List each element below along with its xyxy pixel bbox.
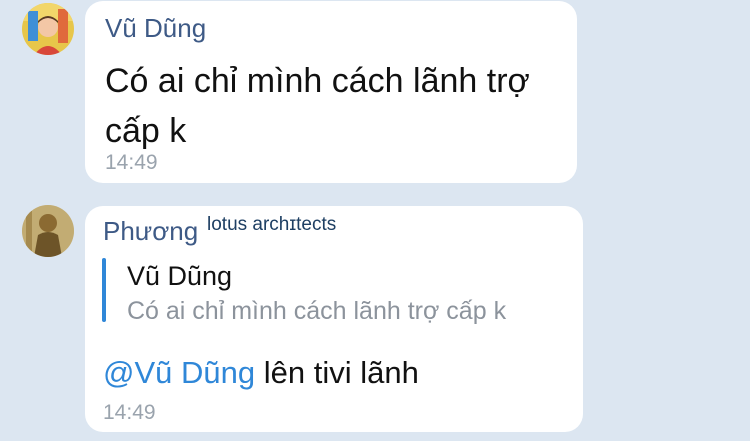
quoted-author[interactable]: Vũ Dũng (127, 261, 232, 292)
message-bubble[interactable]: Vũ Dũng Có ai chỉ mình cách lãnh trợ cấp… (85, 1, 577, 183)
statue-photo-avatar-icon (22, 205, 74, 257)
sender-name[interactable]: Vũ Dũng (105, 13, 206, 44)
sender-name[interactable]: Phương (103, 216, 198, 247)
quote-bar (102, 258, 106, 322)
message-time: 14:49 (103, 401, 156, 424)
reply-text: @Vũ Dũng lên tivi lãnh (103, 355, 419, 391)
avatar[interactable] (22, 205, 74, 257)
message-time: 14:49 (105, 151, 158, 174)
message-text: Có ai chỉ mình cách lãnh trợ cấp k (105, 62, 530, 150)
child-photo-avatar-icon (22, 3, 74, 55)
avatar[interactable] (22, 3, 74, 55)
quoted-text[interactable]: Có ai chỉ mình cách lãnh trợ cấp k (127, 297, 506, 326)
sender-tag: lotus archɪtects (207, 214, 337, 235)
mention-link[interactable]: @Vũ Dũng (103, 355, 255, 390)
message-bubble[interactable]: Phương lotus archɪtects Vũ Dũng Có ai ch… (85, 206, 583, 432)
reply-body: lên tivi lãnh (255, 355, 419, 390)
